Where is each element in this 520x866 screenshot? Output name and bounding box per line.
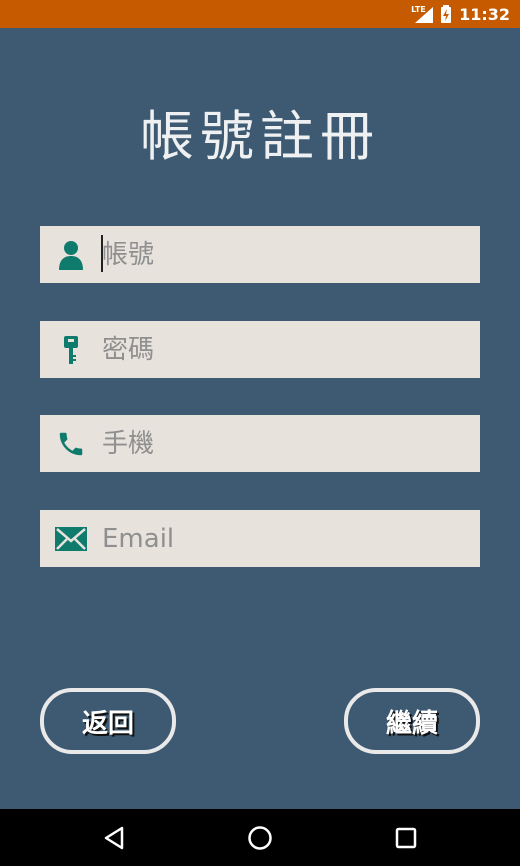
home-nav-icon[interactable] bbox=[244, 823, 276, 853]
phone-field[interactable] bbox=[40, 415, 480, 472]
recents-nav-icon[interactable] bbox=[390, 823, 422, 853]
navigation-bar bbox=[0, 809, 520, 866]
page-title: 帳號註冊 bbox=[140, 105, 380, 168]
phone-icon bbox=[54, 427, 88, 461]
account-field[interactable] bbox=[40, 226, 480, 283]
key-icon bbox=[54, 333, 88, 367]
clock: 11:32 bbox=[459, 4, 510, 24]
password-input[interactable] bbox=[102, 321, 462, 378]
back-button[interactable]: 返回 bbox=[40, 688, 176, 754]
email-input[interactable] bbox=[102, 510, 462, 567]
battery-charging-icon bbox=[441, 5, 452, 23]
signal-icon: LTE bbox=[411, 5, 434, 23]
email-field[interactable] bbox=[40, 510, 480, 567]
phone-input[interactable] bbox=[102, 415, 462, 472]
password-field[interactable] bbox=[40, 321, 480, 378]
status-bar: LTE 11:32 bbox=[0, 0, 520, 28]
continue-button[interactable]: 繼續 bbox=[344, 688, 480, 754]
back-nav-icon[interactable] bbox=[98, 823, 130, 853]
account-input[interactable] bbox=[102, 226, 462, 283]
person-icon bbox=[54, 238, 88, 272]
mail-icon bbox=[54, 522, 88, 556]
